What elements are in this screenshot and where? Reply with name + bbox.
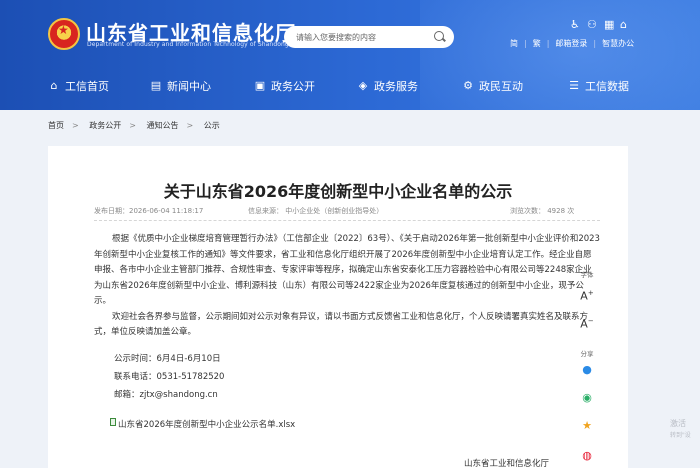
main-nav: ⌂ 工信首页 ▤ 新闻中心 ▣ 政务公开 ◈ 政务服务 ⚙ 政民互动 ☰ 工信数据 bbox=[0, 70, 700, 100]
news-icon: ▤ bbox=[150, 79, 162, 92]
service-icon: ◈ bbox=[358, 79, 368, 92]
font-decrease-icon[interactable]: A− bbox=[577, 311, 597, 331]
breadcrumb: 首页 > 政务公开 > 通知公告 > 公示 bbox=[48, 120, 228, 131]
search-input[interactable] bbox=[296, 30, 426, 44]
traditional-chinese-link[interactable]: 繁 bbox=[533, 39, 541, 48]
nav-item-news[interactable]: ▤ 新闻中心 bbox=[150, 78, 211, 94]
meta-divider bbox=[94, 220, 600, 221]
article-title: 关于山东省2026年度创新型中小企业名单的公示 bbox=[163, 182, 513, 201]
view-count: 浏览次数： 4928 次 bbox=[510, 207, 575, 215]
divider: | bbox=[593, 39, 597, 48]
signature: 山东省工业和信息化厅 bbox=[464, 459, 550, 468]
interaction-icon: ⚙ bbox=[463, 79, 473, 92]
header-links: 简 | 繁 | 邮箱登录 | 智慧办公 bbox=[510, 38, 640, 49]
site-subtitle: Department of Industry and Information T… bbox=[87, 41, 318, 48]
divider: | bbox=[546, 39, 550, 48]
watermark-line: 激活 bbox=[670, 419, 686, 428]
article-card: 关于山东省2026年度创新型中小企业名单的公示 发布日期：2026-06-04 … bbox=[48, 146, 628, 468]
email-login-link[interactable]: 邮箱登录 bbox=[555, 39, 587, 48]
font-increase-icon[interactable]: A+ bbox=[577, 283, 597, 303]
excel-file-icon bbox=[110, 418, 116, 426]
attachment-link[interactable]: 山东省2026年度创新型中小企业公示名单.xlsx bbox=[110, 418, 295, 430]
nav-label: 工信首页 bbox=[65, 80, 109, 93]
info-source: 信息来源： 中小企业处（创新创业指导处） bbox=[248, 207, 384, 215]
breadcrumb-home[interactable]: 首页 bbox=[48, 121, 64, 130]
search-icon[interactable] bbox=[434, 31, 444, 41]
breadcrumb-separator: > bbox=[186, 121, 194, 130]
home-icon: ⌂ bbox=[50, 79, 58, 92]
data-icon: ☰ bbox=[569, 79, 579, 92]
article-paragraph: 根据《优质中小企业梯度培育管理暂行办法》（工信部企业〔2022〕63号）、《关于… bbox=[94, 234, 600, 306]
site-header: 山东省工业和信息化厅 Department of Industry and In… bbox=[0, 0, 700, 110]
sitemap-icon[interactable]: ▦ bbox=[604, 18, 614, 31]
breadcrumb-government[interactable]: 政务公开 bbox=[89, 121, 121, 130]
nav-label: 新闻中心 bbox=[167, 80, 211, 93]
government-icon: ▣ bbox=[254, 79, 266, 92]
share-label: 分享 bbox=[580, 350, 594, 358]
breadcrumb-separator: > bbox=[129, 121, 136, 130]
divider: | bbox=[524, 39, 527, 48]
contact-phone: 联系电话：0531-51782520 bbox=[114, 372, 225, 382]
watermark-line: 转到"设 bbox=[670, 432, 691, 439]
publicity-period: 公示时间：6月4日-6月10日 bbox=[114, 354, 221, 364]
breadcrumb-notices[interactable]: 通知公告 bbox=[147, 121, 179, 130]
nav-label: 政务服务 bbox=[374, 80, 418, 93]
breadcrumb-publicity[interactable]: 公示 bbox=[204, 121, 220, 130]
qq-share-icon[interactable]: ● bbox=[577, 360, 597, 380]
nav-label: 政民互动 bbox=[479, 80, 523, 93]
breadcrumb-separator: > bbox=[72, 121, 79, 130]
weibo-share-icon[interactable]: ◍ bbox=[577, 446, 597, 466]
nav-item-interaction[interactable]: ⚙ 政民互动 bbox=[462, 78, 523, 94]
activation-watermark: 激活 转到"设 bbox=[670, 418, 691, 442]
accessibility-icon[interactable]: ♿ bbox=[570, 18, 580, 31]
home-icon[interactable]: ⌂ bbox=[620, 18, 627, 31]
nav-label: 政务公开 bbox=[271, 80, 315, 93]
national-emblem-icon[interactable] bbox=[48, 18, 80, 50]
publish-time: 发布日期：2026-06-04 11:18:17 bbox=[94, 207, 204, 215]
nav-item-service[interactable]: ◈ 政务服务 bbox=[357, 78, 418, 94]
nav-item-home[interactable]: ⌂ 工信首页 bbox=[48, 78, 110, 94]
article-paragraph: 欢迎社会各界参与监督，公示期间如对公示对象有异议，请以书面方式反馈省工业和信息化… bbox=[94, 311, 589, 338]
attachment-name: 山东省2026年度创新型中小企业公示名单.xlsx bbox=[118, 420, 296, 430]
contact-email: 邮箱：zjtx@shandong.cn bbox=[114, 390, 218, 400]
nav-item-government[interactable]: ▣ 政务公开 bbox=[254, 78, 315, 94]
nav-item-data[interactable]: ☰ 工信数据 bbox=[568, 78, 629, 94]
wechat-share-icon[interactable]: ◉ bbox=[577, 388, 597, 408]
font-label: 字体 bbox=[580, 271, 594, 279]
elder-icon[interactable]: ⚇ bbox=[587, 18, 597, 31]
smart-office-link[interactable]: 智慧办公 bbox=[602, 39, 634, 48]
favorite-star-icon[interactable]: ★ bbox=[577, 416, 597, 436]
simplified-chinese-link[interactable]: 简 bbox=[510, 39, 518, 48]
article-body: 根据《优质中小企业梯度培育管理暂行办法》（工信部企业〔2022〕63号）、《关于… bbox=[94, 232, 600, 341]
search-box bbox=[284, 26, 454, 48]
nav-label: 工信数据 bbox=[585, 80, 629, 93]
